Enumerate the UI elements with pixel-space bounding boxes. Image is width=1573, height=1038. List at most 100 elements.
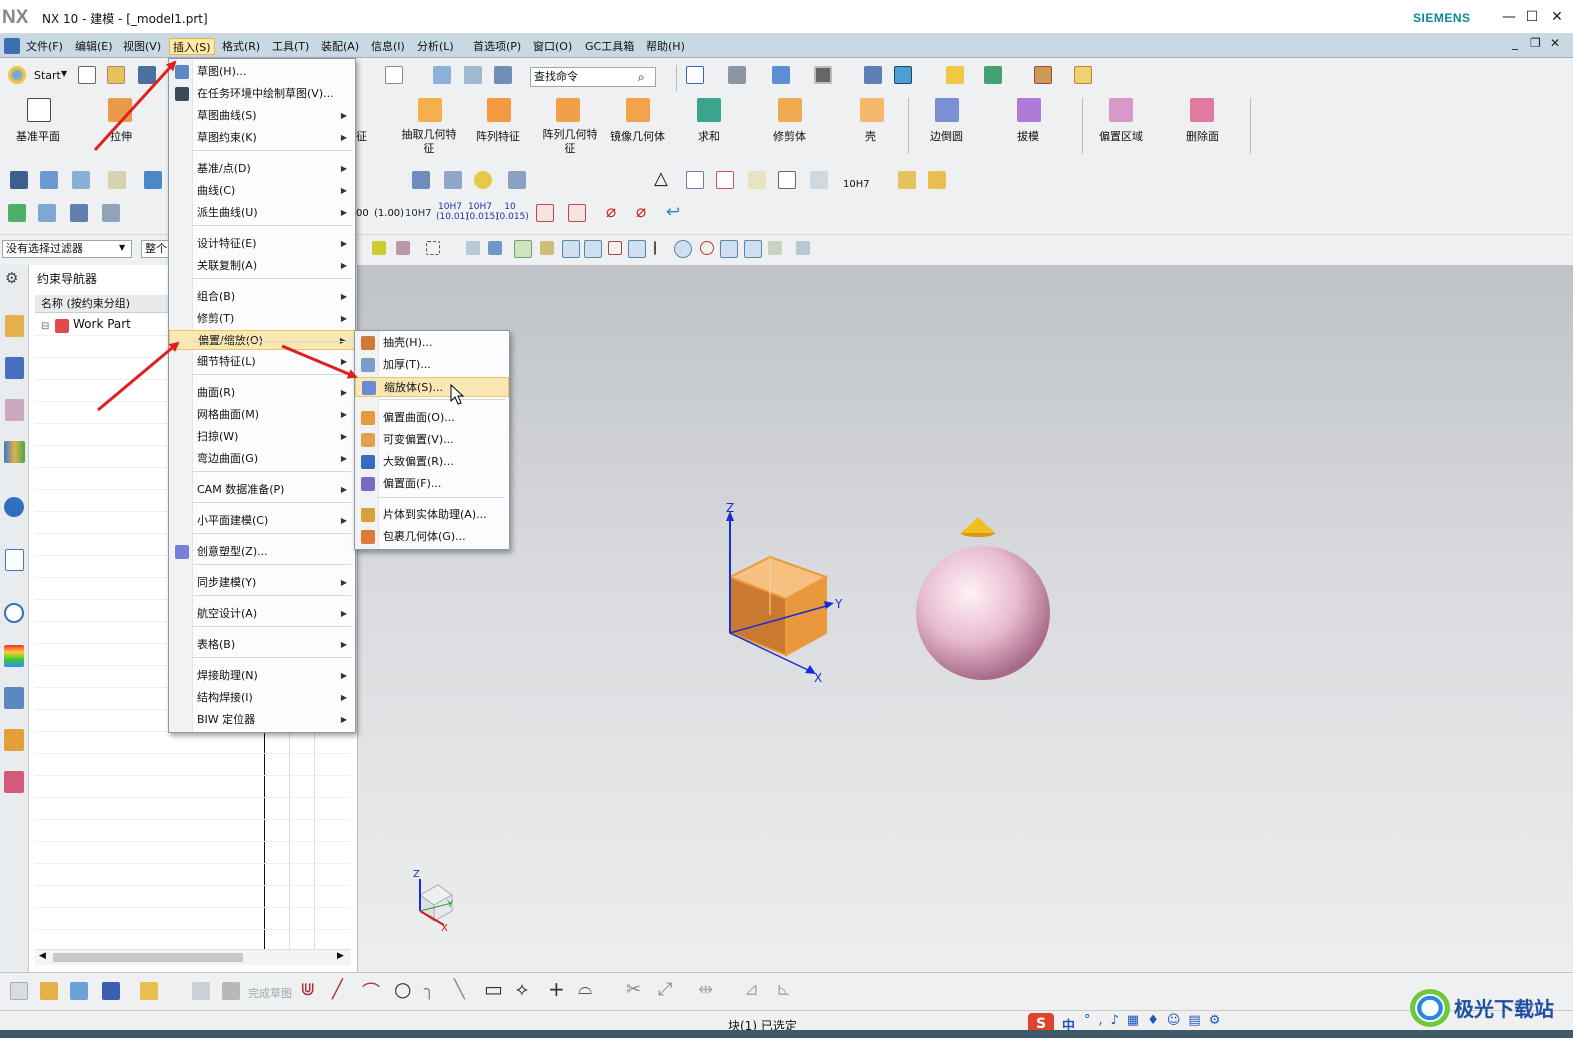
- section-view-icon[interactable]: [864, 66, 882, 84]
- pencil-icon[interactable]: [108, 171, 126, 189]
- finish-sketch-label[interactable]: 完成草图: [248, 985, 292, 1001]
- insert-menu-item-realize-shape[interactable]: 创意塑型(Z)...: [169, 542, 355, 562]
- reuse-library-icon[interactable]: [4, 441, 25, 463]
- menu-assembly[interactable]: 装配(A): [318, 38, 362, 55]
- offset-menu-item-scale-body[interactable]: 缩放体(S)...: [355, 377, 509, 397]
- fit-view-icon[interactable]: [686, 66, 704, 84]
- draft-icon[interactable]: [1017, 98, 1041, 122]
- tolerance-label[interactable]: 10H7: [843, 179, 870, 190]
- mirror-geometry-icon[interactable]: [626, 98, 650, 122]
- layer-settings-icon[interactable]: [72, 171, 90, 189]
- menu-analysis[interactable]: 分析(L): [414, 38, 457, 55]
- menu-format[interactable]: 格式(R): [219, 38, 263, 55]
- point-icon[interactable]: +: [548, 977, 565, 1001]
- menu-help[interactable]: 帮助(H): [643, 38, 688, 55]
- offset-menu-item-wrap-geometry[interactable]: 包裹几何体(G)...: [355, 527, 509, 547]
- ruler-icon[interactable]: [1074, 66, 1092, 84]
- background-icon[interactable]: [814, 66, 832, 84]
- constraint-navigator-icon[interactable]: [5, 399, 24, 421]
- draft-label[interactable]: 拔模: [1017, 128, 1039, 144]
- delete-face-label[interactable]: 删除面: [1186, 128, 1219, 144]
- unite-label[interactable]: 求和: [698, 128, 720, 144]
- insert-menu-item-trim[interactable]: 修剪(T) ▶: [169, 309, 355, 329]
- mirror-geometry-label[interactable]: 镜像几何体: [610, 128, 665, 144]
- quadrant-icon[interactable]: [700, 241, 714, 255]
- mdi-restore-button[interactable]: ❐: [1530, 36, 1541, 50]
- system-materials-icon[interactable]: [4, 645, 24, 667]
- minimize-button[interactable]: —: [1497, 6, 1521, 28]
- edge-blend-label[interactable]: 边倒圆: [930, 128, 963, 144]
- package-icon[interactable]: [898, 171, 916, 189]
- insert-menu-item-derived-curve[interactable]: 派生曲线(U) ▶: [169, 203, 355, 223]
- point-on-curve-icon[interactable]: [744, 240, 762, 258]
- check-icon[interactable]: [8, 204, 26, 222]
- extract-geometry-label[interactable]: 抽取几何特征: [398, 128, 460, 156]
- insert-menu-item-sketch-curve[interactable]: 草图曲线(S) ▶: [169, 106, 355, 126]
- arc-icon[interactable]: ⌒: [362, 978, 380, 1004]
- menu-file[interactable]: 文件(F): [23, 38, 66, 55]
- shaded-cube-icon[interactable]: [772, 66, 790, 84]
- snap-view-icon[interactable]: [984, 66, 1002, 84]
- analysis-icon[interactable]: [946, 66, 964, 84]
- radius-icon[interactable]: [536, 204, 554, 222]
- mirror-curve-icon[interactable]: ⇹: [698, 979, 713, 1000]
- insert-menu-item-offset-scale[interactable]: 偏置/缩放(O)▶: [169, 330, 355, 350]
- existing-point-icon[interactable]: [720, 240, 738, 258]
- offset-menu-item-shell[interactable]: 抽壳(H)...: [355, 333, 509, 353]
- dim-label-2[interactable]: (1.00): [374, 208, 404, 219]
- perpendicular-icon[interactable]: [654, 241, 668, 255]
- pattern-geometry-icon[interactable]: [556, 98, 580, 122]
- mid-point-icon[interactable]: [584, 240, 602, 258]
- scroll-left-icon[interactable]: ◀: [39, 951, 46, 961]
- insert-menu-item-sync-modeling[interactable]: 同步建模(Y) ▶: [169, 573, 355, 593]
- trim-icon[interactable]: ✂: [626, 979, 641, 1000]
- trim-body-label[interactable]: 修剪体: [773, 128, 806, 144]
- constraint-geom-icon[interactable]: ⊿: [744, 979, 759, 1000]
- tool-icon[interactable]: [508, 171, 526, 189]
- insert-menu-item-aero-design[interactable]: 航空设计(A) ▶: [169, 604, 355, 624]
- insert-menu-item-associative-copy[interactable]: 关联复制(A) ▶: [169, 256, 355, 276]
- mdi-minimize-button[interactable]: _: [1512, 36, 1518, 50]
- layer-icon[interactable]: [40, 171, 58, 189]
- gear-icon[interactable]: ⚙: [5, 269, 18, 287]
- chevron-down-icon[interactable]: ▼: [61, 69, 67, 78]
- close-button[interactable]: ✕: [1545, 6, 1569, 28]
- pattern-feature-label[interactable]: 阵列特征: [476, 128, 520, 144]
- diameter-icon[interactable]: ⌀: [606, 202, 616, 222]
- selection-scope-dropdown[interactable]: 整个: [141, 240, 171, 258]
- insert-menu-item-cam-prep[interactable]: CAM 数据准备(P) ▶: [169, 480, 355, 500]
- snap-2-icon[interactable]: [396, 241, 410, 255]
- menu-info[interactable]: 信息(I): [368, 38, 408, 55]
- offset-menu-item-sheet-to-solid[interactable]: 片体到实体助理(A)...: [355, 505, 509, 525]
- insert-menu-item-sketch[interactable]: 草图(H)...: [169, 62, 355, 82]
- constraint-add-icon[interactable]: [70, 982, 88, 1000]
- triangle-icon[interactable]: △: [654, 168, 668, 189]
- line-icon[interactable]: ╱: [332, 979, 343, 1000]
- point-snap-2-icon[interactable]: [540, 241, 554, 255]
- offset-region-icon[interactable]: [1109, 98, 1133, 122]
- sheet-icon[interactable]: [38, 204, 56, 222]
- web-browser-icon[interactable]: [4, 497, 24, 517]
- work-part-item[interactable]: Work Part: [73, 317, 131, 331]
- undo-arrow-icon[interactable]: ↩: [666, 202, 680, 222]
- menu-window[interactable]: 窗口(O): [530, 38, 575, 55]
- spring-icon[interactable]: [444, 171, 462, 189]
- constraint-icon[interactable]: [10, 171, 28, 189]
- roles-icon[interactable]: [4, 729, 24, 751]
- profile-icon[interactable]: ⋓: [300, 979, 315, 1000]
- snap-icon[interactable]: [372, 241, 386, 255]
- table-icon[interactable]: [686, 171, 704, 189]
- datum-plane-label[interactable]: 基准平面: [16, 128, 60, 144]
- center-point-icon[interactable]: [674, 240, 692, 258]
- chevron-down-icon[interactable]: ▼: [119, 243, 125, 252]
- offset-region-label[interactable]: 偏置区域: [1099, 128, 1143, 144]
- select-face-icon[interactable]: [488, 241, 502, 255]
- offset-menu-item-thicken[interactable]: 加厚(T)...: [355, 355, 509, 375]
- menu-gc-toolbox[interactable]: GC工具箱: [582, 38, 637, 55]
- diameter-2-icon[interactable]: ⌀: [636, 202, 646, 222]
- grid-snap-icon[interactable]: [796, 241, 810, 255]
- search-icon[interactable]: ⌕: [638, 70, 645, 85]
- polygon-icon[interactable]: ⟡: [516, 979, 528, 1000]
- grid-icon[interactable]: [716, 171, 734, 189]
- shell-icon[interactable]: [860, 98, 884, 122]
